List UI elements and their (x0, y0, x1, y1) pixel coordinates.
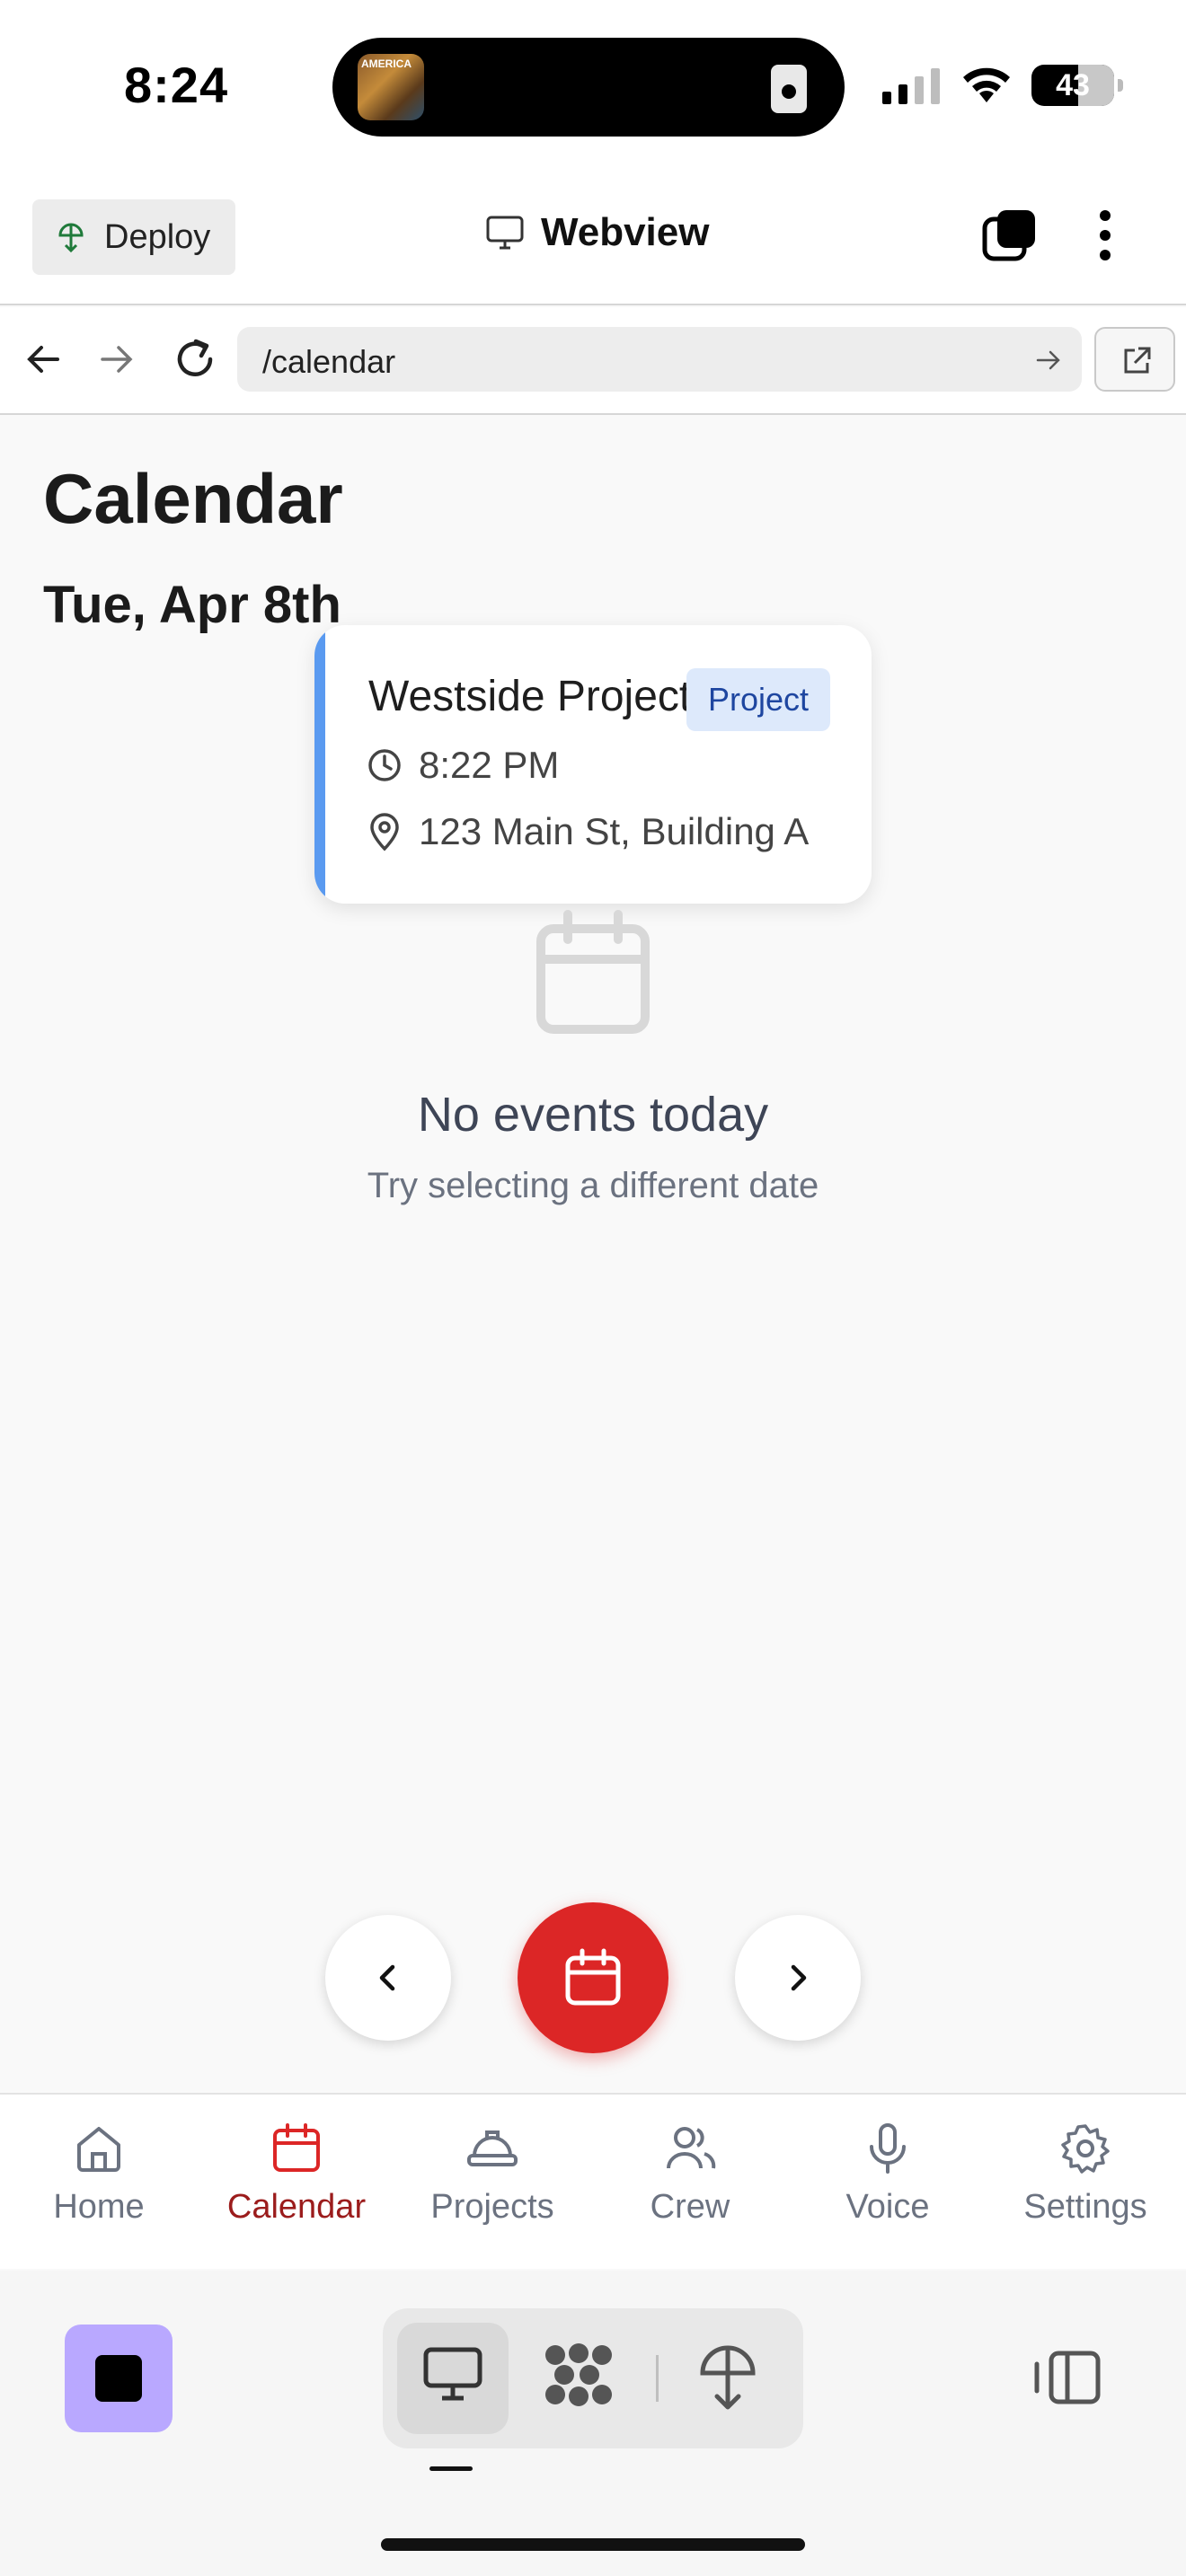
chevron-left-icon (379, 1964, 395, 1991)
microphone-icon (870, 2123, 906, 2174)
deploy-icon[interactable] (697, 2342, 758, 2411)
home-icon (77, 2127, 120, 2172)
view-mode-switcher (383, 2308, 803, 2448)
selected-date: Tue, Apr 8th (43, 576, 341, 634)
webview-header: Deploy Webview (0, 171, 1186, 305)
tab-voice[interactable]: Voice (807, 2122, 969, 2256)
event-type-badge: Project (686, 668, 830, 731)
event-card[interactable]: Westside Project Project 8:22 PM 123 Mai… (314, 625, 872, 904)
album-art-icon: AMERICA (358, 54, 424, 120)
tab-home[interactable]: Home (18, 2122, 180, 2256)
wifi-icon (963, 67, 1010, 102)
event-accent-bar (314, 625, 325, 904)
url-bar-row: /calendar (0, 307, 1186, 415)
grid-blob-icon[interactable] (543, 2342, 615, 2407)
monitor-icon[interactable] (422, 2342, 483, 2404)
webview-title: Webview (485, 210, 709, 255)
battery-icon: 43 (1031, 65, 1123, 106)
empty-state-title: No events today (417, 1088, 769, 1142)
status-bar: 8:24 AMERICA 43 (0, 0, 1186, 171)
event-location: 123 Main St, Building A (419, 810, 810, 852)
clock-icon (368, 749, 401, 781)
back-arrow-icon[interactable] (23, 340, 63, 379)
empty-state-subtitle: Try selecting a different date (367, 1166, 819, 1205)
map-pin-icon (370, 813, 399, 851)
event-time: 8:22 PM (419, 744, 560, 786)
calendar-icon (565, 1948, 621, 2006)
dynamic-island[interactable]: AMERICA (332, 38, 845, 137)
home-indicator (381, 2538, 805, 2551)
calendar-icon (273, 2123, 320, 2172)
event-title: Westside Project (368, 673, 692, 720)
tab-home-label: Home (53, 2188, 145, 2226)
battery-level: 43 (1056, 68, 1090, 102)
speaker-icon (771, 65, 807, 113)
tab-projects[interactable]: Projects (412, 2122, 573, 2256)
next-day-button[interactable] (735, 1915, 861, 2041)
tabs-icon[interactable] (981, 207, 1039, 264)
bottom-tab-bar: Home Calendar Projects Crew Voice Settin… (0, 2093, 1186, 2269)
album-art-text: AMERICA (361, 57, 412, 70)
users-icon (667, 2127, 716, 2169)
event-time-row: 8:22 PM (367, 744, 559, 787)
tab-calendar-label: Calendar (226, 2188, 367, 2226)
bottom-toolbar (0, 2271, 1186, 2576)
reload-icon[interactable] (173, 334, 217, 383)
tab-voice-label: Voice (845, 2188, 930, 2226)
open-external-button[interactable] (1094, 327, 1175, 392)
gear-icon (1061, 2124, 1110, 2174)
previous-day-button[interactable] (325, 1915, 451, 2041)
cellular-signal-icon (882, 68, 940, 104)
deploy-icon (58, 223, 84, 252)
switcher-divider (656, 2355, 659, 2402)
hard-hat-icon (467, 2130, 518, 2166)
deploy-label: Deploy (104, 217, 211, 256)
view-mode-indicator (429, 2466, 473, 2471)
more-options-icon[interactable] (1087, 207, 1123, 264)
tab-calendar[interactable]: Calendar (216, 2122, 377, 2256)
chevron-right-icon (791, 1964, 807, 1991)
url-text: /calendar (262, 343, 396, 380)
url-input[interactable]: /calendar (237, 327, 1082, 392)
tab-crew-label: Crew (650, 2188, 730, 2226)
side-panel-toggle-icon[interactable] (1031, 2348, 1103, 2407)
event-location-row: 123 Main St, Building A (367, 810, 809, 853)
page-title: Calendar (43, 459, 343, 538)
status-time: 8:24 (124, 57, 229, 113)
calendar-empty-icon (536, 910, 650, 1034)
go-arrow-icon[interactable] (1035, 347, 1062, 374)
stop-button[interactable] (65, 2325, 173, 2432)
external-link-icon (1124, 347, 1151, 374)
webview-title-text: Webview (541, 210, 710, 254)
tab-settings[interactable]: Settings (1005, 2122, 1166, 2256)
tab-crew[interactable]: Crew (609, 2122, 771, 2256)
tab-projects-label: Projects (430, 2188, 554, 2226)
tab-settings-label: Settings (1023, 2188, 1147, 2226)
deploy-button[interactable]: Deploy (32, 199, 235, 275)
monitor-icon (486, 216, 524, 250)
today-calendar-button[interactable] (518, 1902, 668, 2053)
forward-arrow-icon[interactable] (97, 340, 137, 379)
